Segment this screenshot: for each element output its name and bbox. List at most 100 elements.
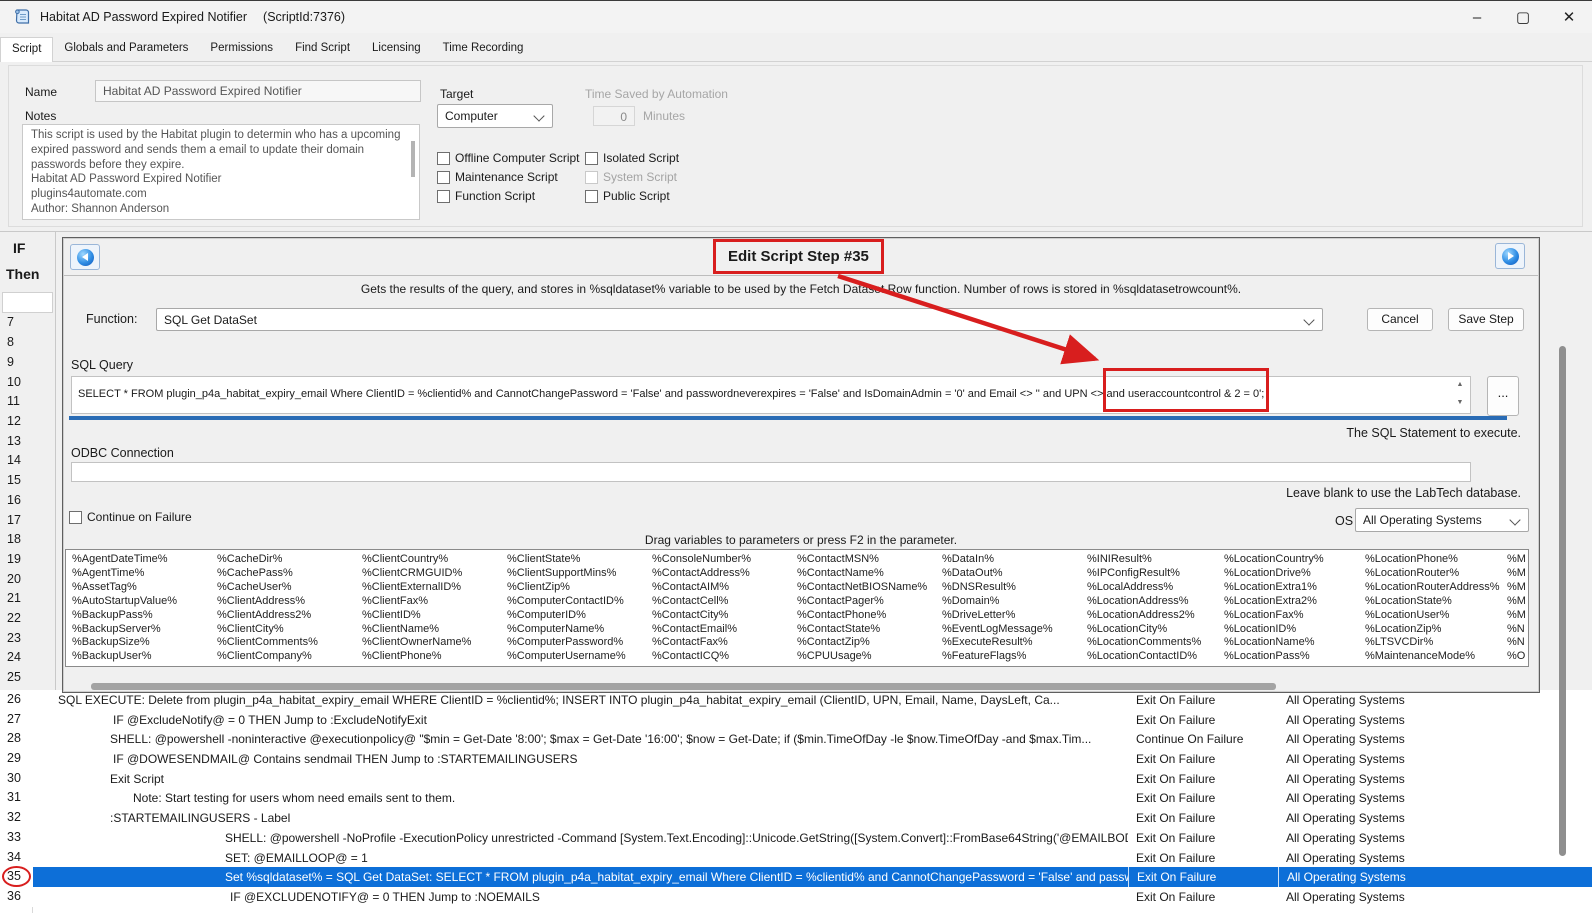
- save-step-button[interactable]: Save Step: [1448, 308, 1524, 331]
- variable-item[interactable]: %ClientCompany%: [217, 650, 318, 664]
- variable-item[interactable]: %CPUUsage%: [797, 650, 927, 664]
- variable-item[interactable]: %LocationAddress%: [1087, 595, 1201, 609]
- variable-item[interactable]: %ClientExternalID%: [362, 581, 471, 595]
- variable-item[interactable]: %ClientSupportMins%: [507, 567, 626, 581]
- variable-item[interactable]: %DataOut%: [942, 567, 1053, 581]
- script-row[interactable]: 34SET: @EMAILLOOP@ = 1Exit On FailureAll…: [0, 848, 1592, 868]
- variable-item[interactable]: %ComputerName%: [507, 623, 626, 637]
- variable-item[interactable]: %DriveLetter%: [942, 609, 1053, 623]
- minimize-button[interactable]: –: [1454, 1, 1500, 33]
- variable-item[interactable]: %MaintenanceMode%: [1365, 650, 1500, 664]
- variable-item[interactable]: %LocationRouter%: [1365, 567, 1500, 581]
- script-row[interactable]: 29IF @DOWESENDMAIL@ Contains sendmail TH…: [0, 749, 1592, 769]
- variable-item[interactable]: %N: [1507, 623, 1526, 637]
- target-dropdown[interactable]: Computer: [437, 104, 553, 128]
- sql-expand-button[interactable]: ...: [1487, 376, 1519, 416]
- notes-scrollbar[interactable]: [411, 141, 415, 177]
- variable-item[interactable]: %ContactState%: [797, 623, 927, 637]
- variable-item[interactable]: %ClientState%: [507, 553, 626, 567]
- variable-item[interactable]: %ContactEmail%: [652, 623, 751, 637]
- script-vertical-scrollbar[interactable]: [1559, 346, 1566, 856]
- variable-item[interactable]: %ContactICQ%: [652, 650, 751, 664]
- checkbox-isolated-script[interactable]: Isolated Script: [585, 151, 679, 165]
- script-row[interactable]: 26SQL EXECUTE: Delete from plugin_p4a_ha…: [0, 690, 1592, 710]
- variable-item[interactable]: %LocationUser%: [1365, 609, 1500, 623]
- script-row[interactable]: 35Set %sqldataset% = SQL Get DataSet: SE…: [0, 867, 1592, 887]
- variable-item[interactable]: %AutoStartupValue%: [72, 595, 177, 609]
- variable-item[interactable]: %LocationRouterAddress%: [1365, 581, 1500, 595]
- variable-item[interactable]: %ContactNetBIOSName%: [797, 581, 927, 595]
- variable-item[interactable]: %BackupSize%: [72, 636, 177, 650]
- continue-on-failure-checkbox[interactable]: Continue on Failure: [69, 510, 192, 524]
- variable-item[interactable]: %AgentDateTime%: [72, 553, 177, 567]
- variable-item[interactable]: %ContactCell%: [652, 595, 751, 609]
- variable-item[interactable]: %LocationState%: [1365, 595, 1500, 609]
- close-button[interactable]: ✕: [1546, 1, 1592, 33]
- variable-item[interactable]: %AgentTime%: [72, 567, 177, 581]
- notes-input[interactable]: This script is used by the Habitat plugi…: [22, 124, 420, 220]
- time-saved-input[interactable]: 0: [593, 106, 635, 126]
- variable-item[interactable]: %M: [1507, 609, 1526, 623]
- maximize-button[interactable]: ▢: [1500, 1, 1546, 33]
- variable-item[interactable]: %LocationExtra1%: [1224, 581, 1324, 595]
- checkbox-offline-computer-script[interactable]: Offline Computer Script: [437, 151, 580, 165]
- variable-item[interactable]: %ContactAIM%: [652, 581, 751, 595]
- variable-item[interactable]: %IPConfigResult%: [1087, 567, 1201, 581]
- variable-item[interactable]: %ClientAddress2%: [217, 609, 318, 623]
- variable-item[interactable]: %Domain%: [942, 595, 1053, 609]
- script-name-input[interactable]: Habitat AD Password Expired Notifier: [95, 80, 421, 102]
- variable-item[interactable]: %ComputerContactID%: [507, 595, 626, 609]
- next-step-button[interactable]: [1495, 243, 1525, 269]
- variable-item[interactable]: %ContactCity%: [652, 609, 751, 623]
- variable-item[interactable]: %M: [1507, 581, 1526, 595]
- variable-item[interactable]: %ClientPhone%: [362, 650, 471, 664]
- variable-item[interactable]: %EventLogMessage%: [942, 623, 1053, 637]
- variable-item[interactable]: %LocationPhone%: [1365, 553, 1500, 567]
- variable-item[interactable]: %INIResult%: [1087, 553, 1201, 567]
- variable-item[interactable]: %M: [1507, 595, 1526, 609]
- variable-item[interactable]: %BackupServer%: [72, 623, 177, 637]
- variable-item[interactable]: %N: [1507, 636, 1526, 650]
- checkbox-function-script[interactable]: Function Script: [437, 189, 580, 203]
- checkbox-public-script[interactable]: Public Script: [585, 189, 679, 203]
- variable-item[interactable]: %ExecuteResult%: [942, 636, 1053, 650]
- variable-item[interactable]: %CacheDir%: [217, 553, 318, 567]
- script-row[interactable]: 36IF @EXCLUDENOTIFY@ = 0 THEN Jump to :N…: [0, 887, 1592, 907]
- checkbox-maintenance-script[interactable]: Maintenance Script: [437, 170, 580, 184]
- variable-item[interactable]: %ComputerPassword%: [507, 636, 626, 650]
- tab-permissions[interactable]: Permissions: [199, 37, 284, 62]
- variable-item[interactable]: %LocationDrive%: [1224, 567, 1324, 581]
- variable-item[interactable]: %ClientName%: [362, 623, 471, 637]
- script-row[interactable]: 32:STARTEMAILINGUSERS - LabelExit On Fai…: [0, 808, 1592, 828]
- script-row[interactable]: 28SHELL: @powershell -noninteractive @ex…: [0, 729, 1592, 749]
- variable-item[interactable]: %ClientCountry%: [362, 553, 471, 567]
- variable-item[interactable]: %ClientComments%: [217, 636, 318, 650]
- function-dropdown[interactable]: SQL Get DataSet: [156, 308, 1323, 331]
- variable-item[interactable]: %LocationCountry%: [1224, 553, 1324, 567]
- tab-licensing[interactable]: Licensing: [361, 37, 432, 62]
- variable-item[interactable]: %DNSResult%: [942, 581, 1053, 595]
- variable-item[interactable]: %LocationFax%: [1224, 609, 1324, 623]
- variable-item[interactable]: %M: [1507, 567, 1526, 581]
- variable-item[interactable]: %ContactPhone%: [797, 609, 927, 623]
- tab-script[interactable]: Script: [0, 37, 53, 62]
- variable-item[interactable]: %ComputerUsername%: [507, 650, 626, 664]
- variable-item[interactable]: %ContactFax%: [652, 636, 751, 650]
- variable-item[interactable]: %AssetTag%: [72, 581, 177, 595]
- title-bar[interactable]: Habitat AD Password Expired Notifier(Scr…: [0, 1, 1592, 33]
- script-row[interactable]: 31Note: Start testing for users whom nee…: [0, 788, 1592, 808]
- variable-item[interactable]: %ClientCRMGUID%: [362, 567, 471, 581]
- variable-item[interactable]: %FeatureFlags%: [942, 650, 1053, 664]
- variable-item[interactable]: %LocalAddress%: [1087, 581, 1201, 595]
- variable-item[interactable]: %ContactAddress%: [652, 567, 751, 581]
- scroll-down-icon[interactable]: ▼: [1453, 398, 1467, 408]
- dialog-horizontal-scrollbar[interactable]: [91, 683, 1276, 690]
- script-row[interactable]: 33SHELL: @powershell -NoProfile -Executi…: [0, 828, 1592, 848]
- tab-time-recording[interactable]: Time Recording: [432, 37, 535, 62]
- variable-item[interactable]: %LocationComments%: [1087, 636, 1201, 650]
- variable-item[interactable]: %ClientCity%: [217, 623, 318, 637]
- variable-item[interactable]: %ContactName%: [797, 567, 927, 581]
- variable-item[interactable]: %LocationName%: [1224, 636, 1324, 650]
- variable-item[interactable]: %BackupPass%: [72, 609, 177, 623]
- variable-item[interactable]: %M: [1507, 553, 1526, 567]
